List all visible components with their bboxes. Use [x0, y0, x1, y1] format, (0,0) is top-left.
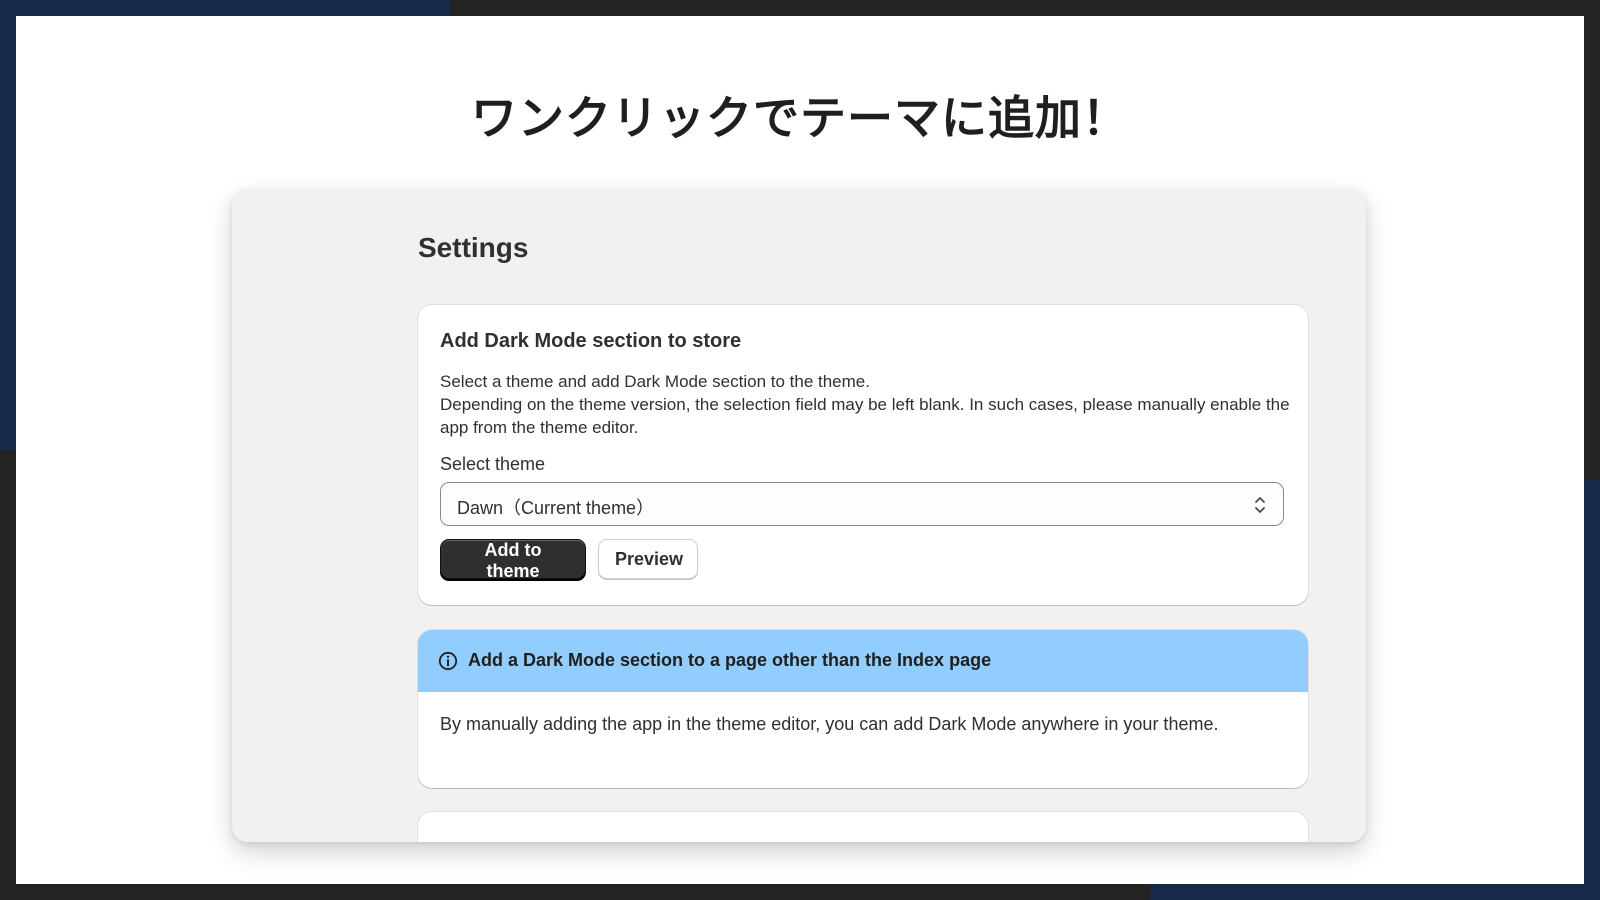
app-screenshot-frame: Settings Add Dark Mode section to store …	[232, 188, 1366, 842]
info-body-text: By manually adding the app in the theme …	[440, 714, 1219, 734]
card-description: Select a theme and add Dark Mode section…	[440, 370, 1290, 439]
info-banner-title: Add a Dark Mode section to a page other …	[468, 650, 992, 670]
select-theme-label: Select theme	[440, 454, 546, 474]
theme-select-value: Dawn（Current theme）	[457, 498, 655, 518]
slide-headline: ワンクリックでテーマに追加！	[471, 91, 1129, 145]
add-section-card: Add Dark Mode section to store Select a …	[418, 305, 1308, 605]
info-icon	[438, 651, 458, 671]
slide-canvas: ワンクリックでテーマに追加！ Settings Add Dark Mode se…	[16, 16, 1584, 884]
add-to-theme-button[interactable]: Add to theme	[440, 539, 586, 581]
info-banner: Add a Dark Mode section to a page other …	[418, 630, 1308, 692]
info-card: Add a Dark Mode section to a page other …	[418, 630, 1308, 788]
preview-button[interactable]: Preview	[598, 539, 698, 579]
chevron-up-down-icon	[1255, 497, 1265, 513]
next-card-partial	[418, 812, 1308, 842]
theme-select[interactable]: Dawn（Current theme）	[440, 482, 1284, 526]
page-title: Settings	[418, 232, 529, 263]
description-line-2: Depending on the theme version, the sele…	[440, 395, 1290, 437]
card-title: Add Dark Mode section to store	[440, 330, 742, 352]
description-line-1: Select a theme and add Dark Mode section…	[440, 372, 870, 391]
